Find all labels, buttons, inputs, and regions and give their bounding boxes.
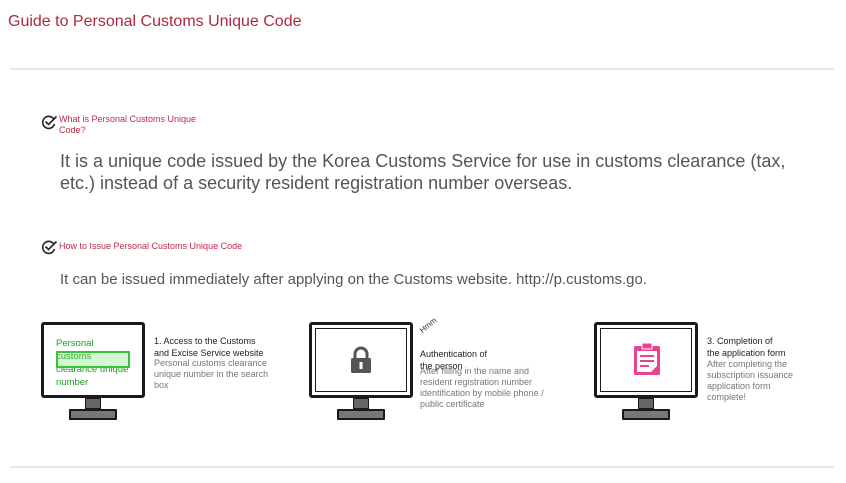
step-3-monitor [594,322,700,424]
step-1-monitor: Personal customs clearance unique number [41,322,147,424]
section-heading: How to Issue Personal Customs Unique Cod… [59,241,243,251]
monitor-screen: Personal customs clearance unique number [41,322,145,398]
clipboard-icon [634,342,660,375]
section-body: It is a unique code issued by the Korea … [60,151,786,193]
step-1-desc: Personal customs clearance unique number… [154,358,269,390]
monitor-neck [85,398,101,409]
section-body: It can be issued immediately after apply… [60,271,647,288]
step-2-monitor [309,322,415,424]
lock-icon [351,346,371,373]
monitor-base [622,409,670,420]
monitor-base [69,409,117,420]
top-divider [10,68,834,70]
bottom-divider [10,466,834,468]
section-what-is: What is Personal Customs Unique Code? [40,114,209,136]
check-circle-icon [41,240,58,255]
monitor-base [337,409,385,420]
monitor-screen [309,322,413,398]
search-highlight-box [56,351,130,368]
page-title: Guide to Personal Customs Unique Code [8,13,302,30]
monitor-neck [353,398,369,409]
step-3-desc: After completing the subscription issuan… [707,359,794,402]
monitor-neck [638,398,654,409]
monitor-screen [594,322,698,398]
step-2-note: Hmm [418,315,439,335]
step-1-title: 1. Access to the Customs and Excise Serv… [154,336,264,358]
step-2-desc: After filling in the name and resident r… [420,366,544,409]
section-heading: What is Personal Customs Unique Code? [59,114,197,135]
section-how-to: How to Issue Personal Customs Unique Cod… [40,239,242,255]
step-3-title: 3. Completion of the application form [707,336,786,358]
check-circle-icon [41,115,58,130]
